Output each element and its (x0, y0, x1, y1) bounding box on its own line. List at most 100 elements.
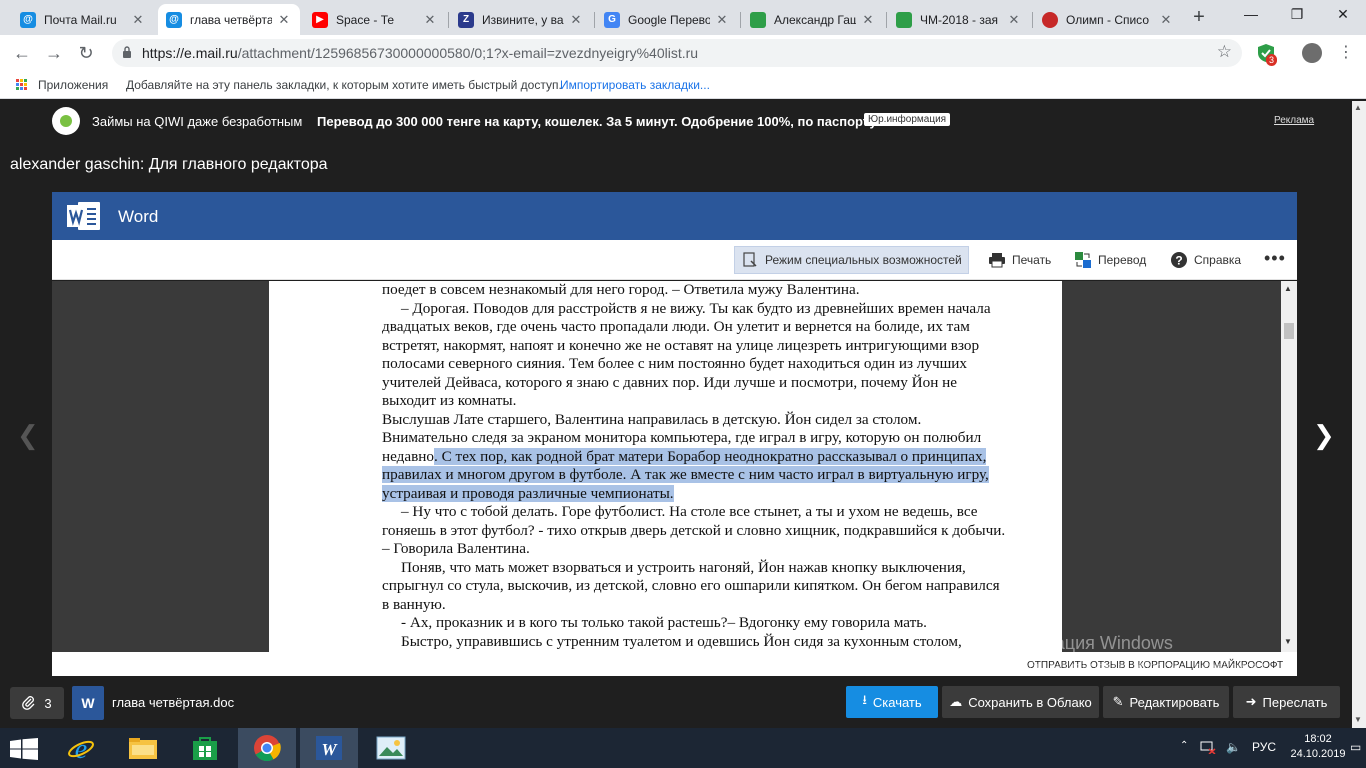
next-attachment-icon[interactable]: ❯ (1313, 420, 1335, 451)
bookmark-star-icon[interactable]: ☆ (1217, 42, 1232, 62)
ad-banner[interactable]: Займы на QIWI даже безработным Перевод д… (0, 101, 1352, 141)
paragraph: - Ах, проказник и в кого ты только такой… (401, 614, 927, 631)
apps-icon[interactable] (16, 79, 28, 91)
close-icon[interactable]: ✕ (130, 12, 146, 28)
tab-google-translate[interactable]: G Google Перево ✕ (596, 4, 738, 35)
print-button[interactable]: Печать (982, 246, 1057, 274)
tab-separator (886, 12, 887, 28)
edit-icon: ✎ (1112, 694, 1124, 709)
tray-chevron-icon[interactable]: ⌃ (1180, 740, 1188, 751)
save-to-cloud-button[interactable]: ☁ Сохранить в Облако (942, 686, 1099, 718)
store-icon (193, 737, 217, 760)
windows-taskbar: e W ⌃ 🔈 РУС 18:02 24.10.2019 ▭ (0, 728, 1366, 768)
menu-icon[interactable]: ⋮ (1334, 41, 1358, 65)
system-clock[interactable]: 18:02 24.10.2019 (1290, 732, 1346, 762)
olimp-icon (1042, 11, 1058, 28)
tab-mail[interactable]: @ Почта Mail.ru ✕ (12, 4, 154, 35)
help-button[interactable]: ? Справка (1164, 246, 1247, 274)
close-icon[interactable]: ✕ (1006, 12, 1022, 28)
document-scrollbar[interactable]: ▲ ▼ (1281, 281, 1297, 652)
input-language[interactable]: РУС (1252, 740, 1276, 754)
translate-button[interactable]: Перевод (1068, 246, 1152, 274)
sheet-icon (896, 11, 912, 28)
minimize-button[interactable]: — (1228, 0, 1274, 30)
close-icon[interactable]: ✕ (714, 12, 730, 28)
tab-separator (1032, 12, 1033, 28)
network-icon[interactable] (1200, 740, 1216, 757)
new-tab-button[interactable]: + (1186, 6, 1212, 30)
close-icon[interactable]: ✕ (1158, 12, 1174, 28)
restore-button[interactable]: ❐ (1274, 0, 1320, 30)
avatar[interactable] (1302, 43, 1322, 63)
document-page: поедет в совсем незнакомый для него горо… (269, 281, 1062, 652)
ad-legal-button[interactable]: Юр.информация (864, 113, 951, 126)
tab-z[interactable]: Z Извините, у ва ✕ (450, 4, 592, 35)
apps-link[interactable]: Приложения (38, 78, 108, 92)
scroll-up-icon[interactable]: ▲ (1354, 103, 1362, 112)
edit-button[interactable]: ✎ Редактировать (1103, 686, 1229, 718)
tab-separator (448, 12, 449, 28)
reload-button[interactable]: ↻ (74, 41, 98, 65)
help-icon: ? (1170, 251, 1188, 269)
taskbar-ie[interactable]: e (52, 728, 110, 768)
word-header: Word (52, 192, 1297, 240)
qiwi-logo-icon (52, 107, 80, 135)
tab-sheet-1[interactable]: Александр Гаш ✕ (742, 4, 884, 35)
attachment-filename[interactable]: глава четвёртая.doc (112, 695, 234, 710)
paragraph: Поняв, что мать может взорваться и устро… (382, 558, 1000, 613)
word-ribbon: Режим специальных возможностей Печать Пе… (52, 240, 1297, 280)
translate-icon (1074, 251, 1092, 269)
close-icon[interactable]: ✕ (860, 12, 876, 28)
scroll-thumb[interactable] (1284, 323, 1294, 339)
cloud-icon: ☁ (949, 694, 963, 709)
word-file-icon[interactable]: W (72, 686, 104, 720)
back-button[interactable]: ← (10, 41, 34, 65)
tab-separator (740, 12, 741, 28)
google-translate-icon: G (604, 11, 620, 28)
import-bookmarks-link[interactable]: Импортировать закладки... (560, 78, 710, 92)
notifications-icon[interactable]: ▭ (1350, 740, 1361, 754)
close-icon[interactable]: ✕ (422, 12, 438, 28)
scroll-down-icon[interactable]: ▼ (1354, 715, 1362, 724)
tab-youtube[interactable]: ▶ Space - Те ✕ (304, 4, 446, 35)
paragraph: – Дорогая. Поводов для расстройств я не … (382, 299, 991, 410)
tab-attachment[interactable]: @ глава четвёртая ✕ (158, 4, 300, 35)
scroll-down-icon[interactable]: ▼ (1284, 637, 1292, 646)
lock-icon (123, 46, 131, 58)
taskbar-chrome[interactable] (238, 728, 296, 768)
paperclip-icon (22, 696, 35, 710)
taskbar-store[interactable] (176, 728, 234, 768)
forward-button[interactable]: ➜ Переслать (1233, 686, 1340, 718)
volume-icon[interactable]: 🔈 (1226, 740, 1241, 754)
taskbar-word[interactable]: W (300, 728, 358, 768)
ad-main-text[interactable]: Перевод до 300 000 тенге на карту, кошел… (317, 114, 881, 129)
download-button[interactable]: ⭳ Скачать (846, 686, 938, 718)
tab-olimp[interactable]: Олимп - Списо ✕ (1034, 4, 1182, 35)
browser-toolbar: ← → ↻ https://e.mail.ru/attachment/12596… (0, 35, 1366, 71)
ad-label-link[interactable]: Реклама (1274, 115, 1314, 126)
svg-text:e: e (75, 734, 87, 762)
close-icon[interactable]: ✕ (568, 12, 584, 28)
forward-button[interactable]: → (42, 41, 66, 65)
scroll-up-icon[interactable]: ▲ (1284, 284, 1292, 293)
attachments-count-button[interactable]: 3 (10, 687, 64, 719)
close-icon[interactable]: ✕ (276, 12, 292, 28)
extension-badge: 3 (1266, 54, 1278, 66)
page-scrollbar[interactable]: ▲ ▼ (1352, 101, 1366, 731)
close-window-button[interactable]: ✕ (1320, 0, 1366, 30)
windows-start-icon[interactable] (10, 738, 38, 760)
sheet-icon (750, 11, 766, 28)
word-title: Word (118, 207, 159, 226)
address-bar[interactable]: https://e.mail.ru/attachment/12596856730… (112, 39, 1242, 67)
previous-attachment-icon[interactable]: ❮ (17, 420, 39, 451)
ad-left-text[interactable]: Займы на QIWI даже безработным (92, 114, 302, 129)
more-options-button[interactable]: ••• (1264, 248, 1286, 269)
taskbar-photo-app[interactable] (362, 728, 420, 768)
accessibility-mode-button[interactable]: Режим специальных возможностей (734, 246, 969, 274)
attachment-bar: 3 W глава четвёртая.doc ⭳ Скачать ☁ Сохр… (0, 676, 1352, 731)
tab-sheet-2[interactable]: ЧМ-2018 - зая ✕ (888, 4, 1030, 35)
taskbar-explorer[interactable] (114, 728, 172, 768)
svg-text:W: W (321, 740, 338, 759)
download-icon: ⭳ (862, 692, 867, 707)
svg-text:?: ? (1175, 254, 1182, 268)
